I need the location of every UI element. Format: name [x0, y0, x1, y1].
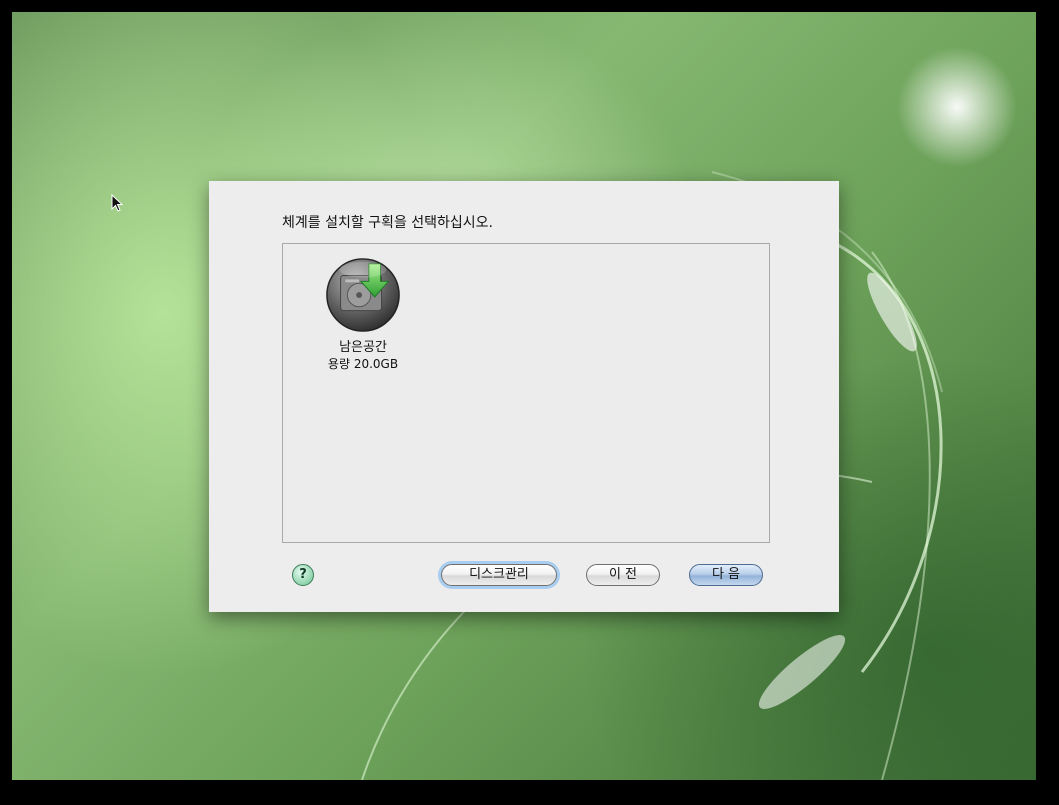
partition-size-value: 20.0GB [353, 357, 399, 371]
disk-management-button[interactable]: 디스크관리 [441, 564, 557, 586]
partition-size: 용량 20.0GB [318, 356, 408, 372]
mouse-cursor-icon [111, 194, 123, 212]
help-button[interactable]: ? [292, 564, 314, 586]
disk-install-icon [326, 258, 400, 332]
previous-button[interactable]: 이 전 [586, 564, 660, 586]
partition-select-dialog: 체계를 설치할 구획을 선택하십시오. 남은공간 용량 20.0GB ? 디스크… [209, 181, 839, 612]
partition-size-label: 용량 [327, 357, 350, 371]
partition-item-free-space[interactable]: 남은공간 용량 20.0GB [318, 256, 408, 372]
dialog-prompt: 체계를 설치할 구획을 선택하십시오. [282, 215, 493, 231]
next-button[interactable]: 다 음 [689, 564, 763, 586]
partition-list[interactable]: 남은공간 용량 20.0GB [282, 243, 770, 543]
partition-name: 남은공간 [339, 340, 387, 355]
